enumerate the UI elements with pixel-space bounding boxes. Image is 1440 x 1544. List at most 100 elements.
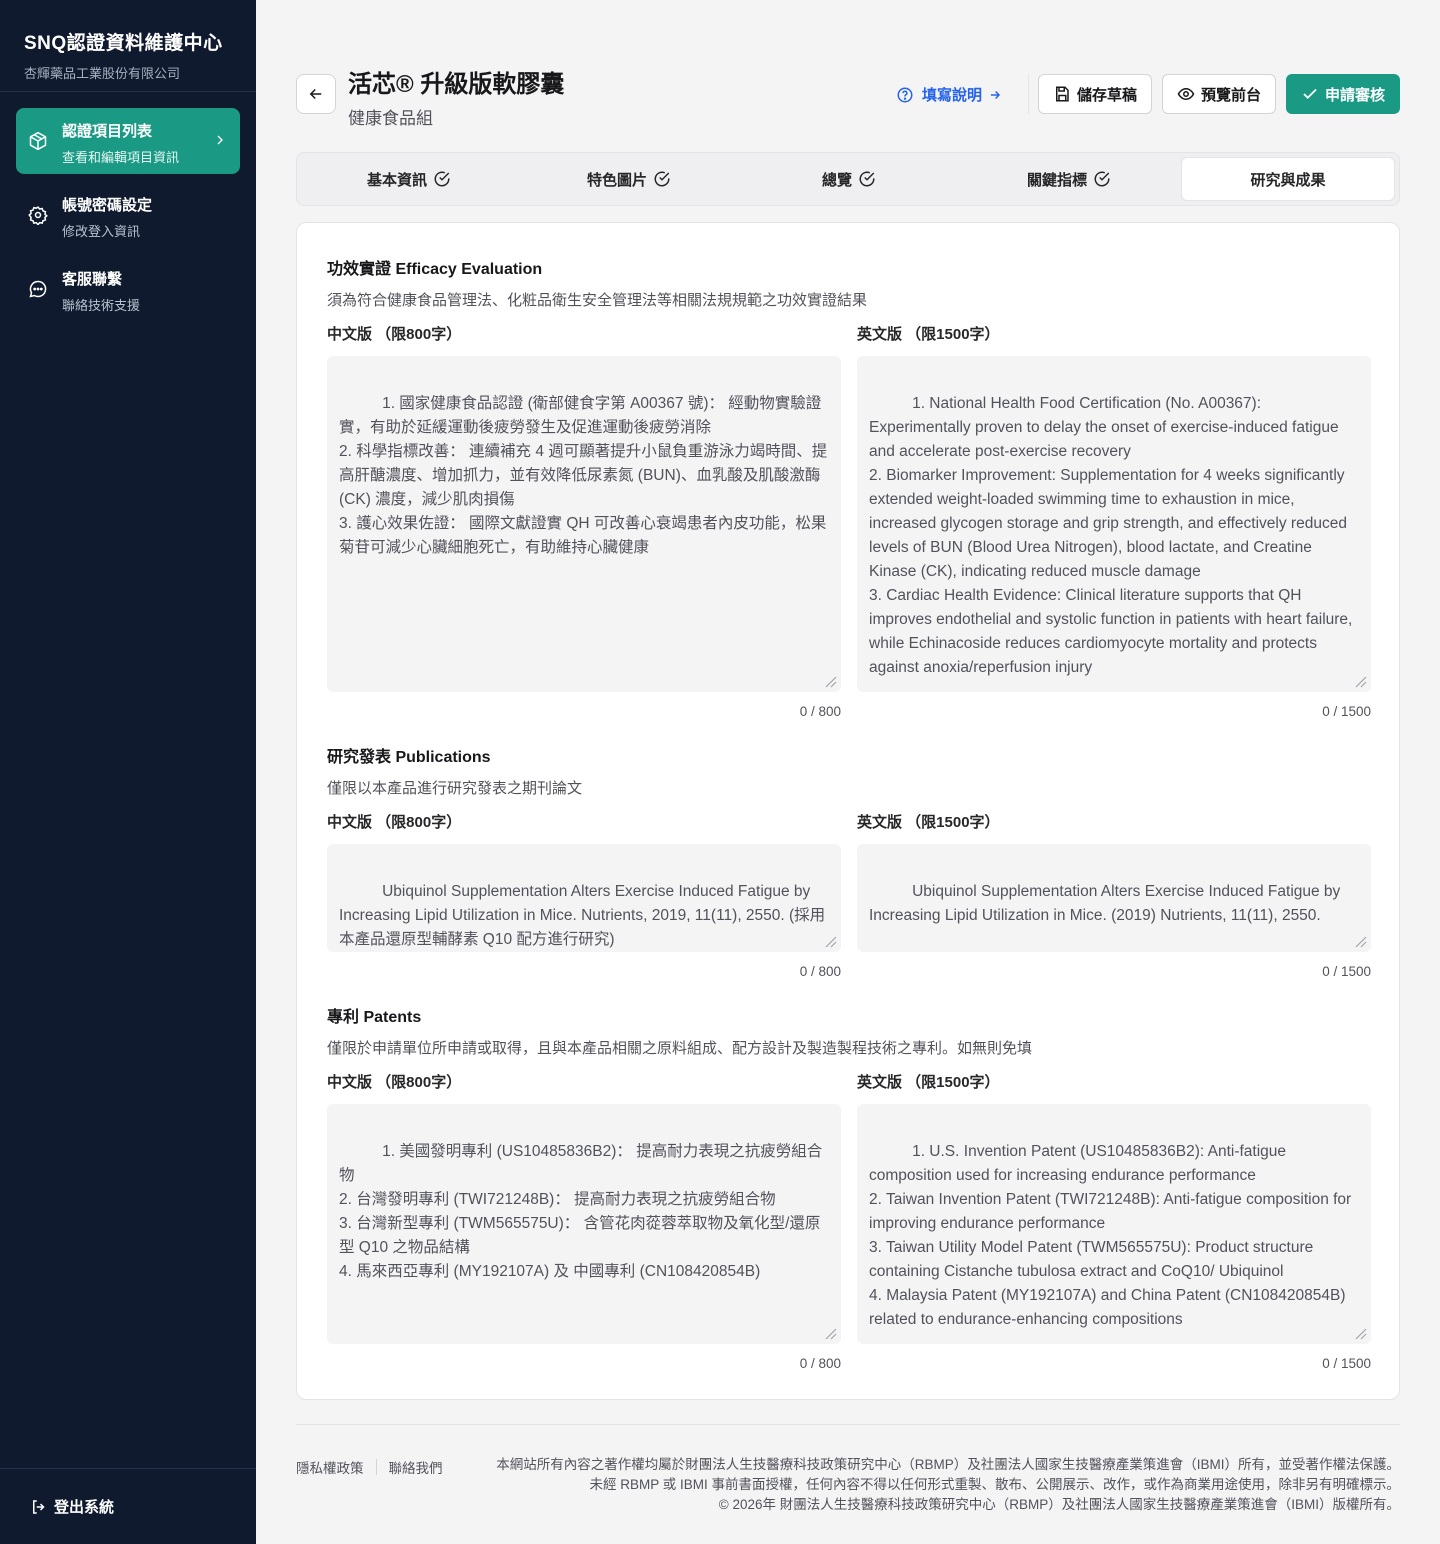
research-form-card: 功效實證 Efficacy Evaluation 須為符合健康食品管理法、化粧品…: [296, 222, 1400, 1400]
save-draft-button[interactable]: 儲存草稿: [1038, 74, 1152, 114]
resize-handle-icon[interactable]: [1353, 674, 1367, 688]
field-label: 中文版 （限800字）: [327, 1074, 462, 1091]
arrow-left-icon: [309, 88, 322, 100]
sidebar-item-support[interactable]: 客服聯繫 聯絡技術支援: [16, 256, 240, 322]
sidebar-item-label: 認證項目列表: [62, 123, 153, 140]
sidebar: SNQ認證資料維護中心 杏輝藥品工業股份有限公司 認證項目列表 查看和編輯項目資…: [0, 0, 256, 1544]
section-title: 研究發表 Publications: [327, 749, 491, 766]
check-icon: [1303, 88, 1317, 100]
char-count: 0 / 800: [799, 1356, 841, 1371]
section-description: 須為符合健康食品管理法、化粧品衛生安全管理法等相關法規規範之功效實證結果: [327, 292, 868, 309]
eye-icon: [1177, 87, 1195, 101]
check-circle-icon: [434, 171, 450, 187]
chevron-right-icon: [217, 135, 223, 145]
resize-handle-icon[interactable]: [1353, 934, 1367, 948]
patents-en-textarea[interactable]: 1. U.S. Invention Patent (US10485836B2):…: [857, 1104, 1371, 1344]
patents-section: 專利 Patents 僅限於申請單位所申請或取得，且與本產品相關之原料組成、配方…: [327, 1003, 1371, 1371]
page-subtitle: 健康食品組: [348, 109, 433, 128]
footer: 隱私權政策 聯絡我們 本網站所有內容之著作權均屬於財團法人生技醫療科技政策研究中…: [296, 1424, 1400, 1544]
char-count: 0 / 1500: [1322, 704, 1371, 719]
page-title: 活芯® 升級版軟膠囊: [348, 71, 565, 98]
field-label: 中文版 （限800字）: [327, 814, 462, 831]
sidebar-item-sub: 聯絡技術支援: [62, 298, 141, 313]
resize-handle-icon[interactable]: [823, 934, 837, 948]
patents-en-column: 英文版 （限1500字） 1. U.S. Invention Patent (U…: [857, 1071, 1371, 1371]
privacy-link[interactable]: 隱私權政策: [296, 1457, 364, 1477]
tab-feature-images[interactable]: 特色圖片: [521, 157, 737, 201]
efficacy-en-column: 英文版 （限1500字） 1. National Health Food Cer…: [857, 323, 1371, 719]
preview-button[interactable]: 預覽前台: [1162, 74, 1276, 114]
tab-key-indicators[interactable]: 關鍵指標: [961, 157, 1177, 201]
tab-research[interactable]: 研究與成果: [1181, 157, 1395, 201]
tab-label: 關鍵指標: [1026, 171, 1087, 189]
textarea-value: 1. U.S. Invention Patent (US10485836B2):…: [869, 1143, 1352, 1328]
contact-link[interactable]: 聯絡我們: [389, 1457, 443, 1477]
submit-review-button[interactable]: 申請審核: [1286, 74, 1400, 114]
footer-links: 隱私權政策 聯絡我們: [296, 1457, 443, 1477]
copyright-line: © 2026年 財團法人生技醫療科技政策研究中心（RBMP）及社團法人國家生技醫…: [718, 1497, 1400, 1512]
copyright-text: 本網站所有內容之著作權均屬於財團法人生技醫療科技政策研究中心（RBMP）及社團法…: [490, 1455, 1400, 1515]
chat-icon: [28, 279, 48, 299]
sidebar-item-account[interactable]: 帳號密碼設定 修改登入資訊: [16, 182, 240, 248]
tab-label: 總覽: [821, 171, 852, 189]
resize-handle-icon[interactable]: [823, 674, 837, 688]
preview-label: 預覽前台: [1200, 86, 1261, 104]
publications-en-textarea[interactable]: Ubiquinol Supplementation Alters Exercis…: [857, 844, 1371, 952]
field-label: 英文版 （限1500字）: [857, 326, 1000, 343]
textarea-value: 1. 國家健康食品認證 (衛部健食字第 A00367 號)： 經動物實驗證實，有…: [339, 395, 828, 556]
submit-review-label: 申請審核: [1324, 86, 1385, 104]
efficacy-zh-textarea[interactable]: 1. 國家健康食品認證 (衛部健食字第 A00367 號)： 經動物實驗證實，有…: [327, 356, 841, 692]
resize-handle-icon[interactable]: [1353, 1326, 1367, 1340]
field-label: 英文版 （限1500字）: [857, 814, 1000, 831]
page-header: 活芯® 升級版軟膠囊 健康食品組 填寫說明 儲存草稿 預覽前台 申請審核: [296, 0, 1400, 152]
sidebar-item-projects[interactable]: 認證項目列表 查看和編輯項目資訊: [16, 108, 240, 174]
char-count: 0 / 1500: [1322, 1356, 1371, 1371]
box-icon: [28, 131, 48, 151]
help-link[interactable]: 填寫說明: [896, 84, 1002, 105]
char-count: 0 / 800: [799, 704, 841, 719]
tab-label: 特色圖片: [586, 171, 647, 189]
section-description: 僅限以本產品進行研究發表之期刊論文: [327, 780, 583, 797]
tab-basic-info[interactable]: 基本資訊: [301, 157, 517, 201]
section-title: 專利 Patents: [327, 1009, 422, 1026]
efficacy-zh-column: 中文版 （限800字） 1. 國家健康食品認證 (衛部健食字第 A00367 號…: [327, 323, 841, 719]
tab-overview[interactable]: 總覽: [741, 157, 957, 201]
field-label: 英文版 （限1500字）: [857, 1074, 1000, 1091]
field-label: 中文版 （限800字）: [327, 326, 462, 343]
char-count: 0 / 1500: [1322, 964, 1371, 979]
save-icon: [1055, 86, 1069, 102]
logout-label: 登出系統: [54, 1499, 115, 1516]
sidebar-item-label: 帳號密碼設定: [62, 197, 153, 214]
help-label: 填寫說明: [922, 87, 983, 104]
publications-zh-column: 中文版 （限800字） Ubiquinol Supplementation Al…: [327, 811, 841, 979]
tab-bar: 基本資訊 特色圖片 總覽 關鍵指標 研究與成果: [296, 152, 1400, 206]
help-circle-icon: [897, 87, 913, 102]
publications-zh-textarea[interactable]: Ubiquinol Supplementation Alters Exercis…: [327, 844, 841, 952]
tab-label: 基本資訊: [366, 171, 427, 189]
efficacy-en-textarea[interactable]: 1. National Health Food Certification (N…: [857, 356, 1371, 692]
brand-company: 杏輝藥品工業股份有限公司: [24, 66, 181, 81]
arrow-right-icon: [990, 90, 1001, 99]
section-title: 功效實證 Efficacy Evaluation: [327, 261, 543, 278]
main-content: 活芯® 升級版軟膠囊 健康食品組 填寫說明 儲存草稿 預覽前台 申請審核 基本資…: [296, 0, 1400, 1400]
sidebar-item-sub: 查看和編輯項目資訊: [62, 150, 180, 165]
patents-zh-textarea[interactable]: 1. 美國發明專利 (US10485836B2)： 提高耐力表現之抗疲勞組合物 …: [327, 1104, 841, 1344]
brand-title: SNQ認證資料維護中心: [24, 33, 223, 54]
check-circle-icon: [859, 171, 875, 187]
textarea-value: Ubiquinol Supplementation Alters Exercis…: [339, 883, 826, 948]
section-description: 僅限於申請單位所申請或取得，且與本產品相關之原料組成、配方設計及製造製程技術之專…: [327, 1040, 1033, 1057]
footer-divider: [375, 1459, 377, 1475]
publications-section: 研究發表 Publications 僅限以本產品進行研究發表之期刊論文 中文版 …: [327, 743, 1371, 979]
resize-handle-icon[interactable]: [823, 1326, 837, 1340]
tab-label: 研究與成果: [1250, 171, 1326, 189]
sidebar-nav: 認證項目列表 查看和編輯項目資訊 帳號密碼設定 修改登入資訊 客服聯繫 聯絡技術…: [0, 92, 256, 346]
back-button[interactable]: [296, 74, 336, 114]
check-circle-icon: [654, 171, 670, 187]
char-count: 0 / 800: [799, 964, 841, 979]
copyright-notice: 本網站所有內容之著作權均屬於財團法人生技醫療科技政策研究中心（RBMP）及社團法…: [496, 1457, 1400, 1492]
textarea-value: 1. 美國發明專利 (US10485836B2)： 提高耐力表現之抗疲勞組合物 …: [339, 1143, 823, 1280]
sidebar-item-label: 客服聯繫: [62, 271, 123, 288]
logout-button[interactable]: 登出系統: [0, 1468, 256, 1544]
textarea-value: Ubiquinol Supplementation Alters Exercis…: [869, 883, 1345, 924]
check-circle-icon: [1094, 171, 1110, 187]
